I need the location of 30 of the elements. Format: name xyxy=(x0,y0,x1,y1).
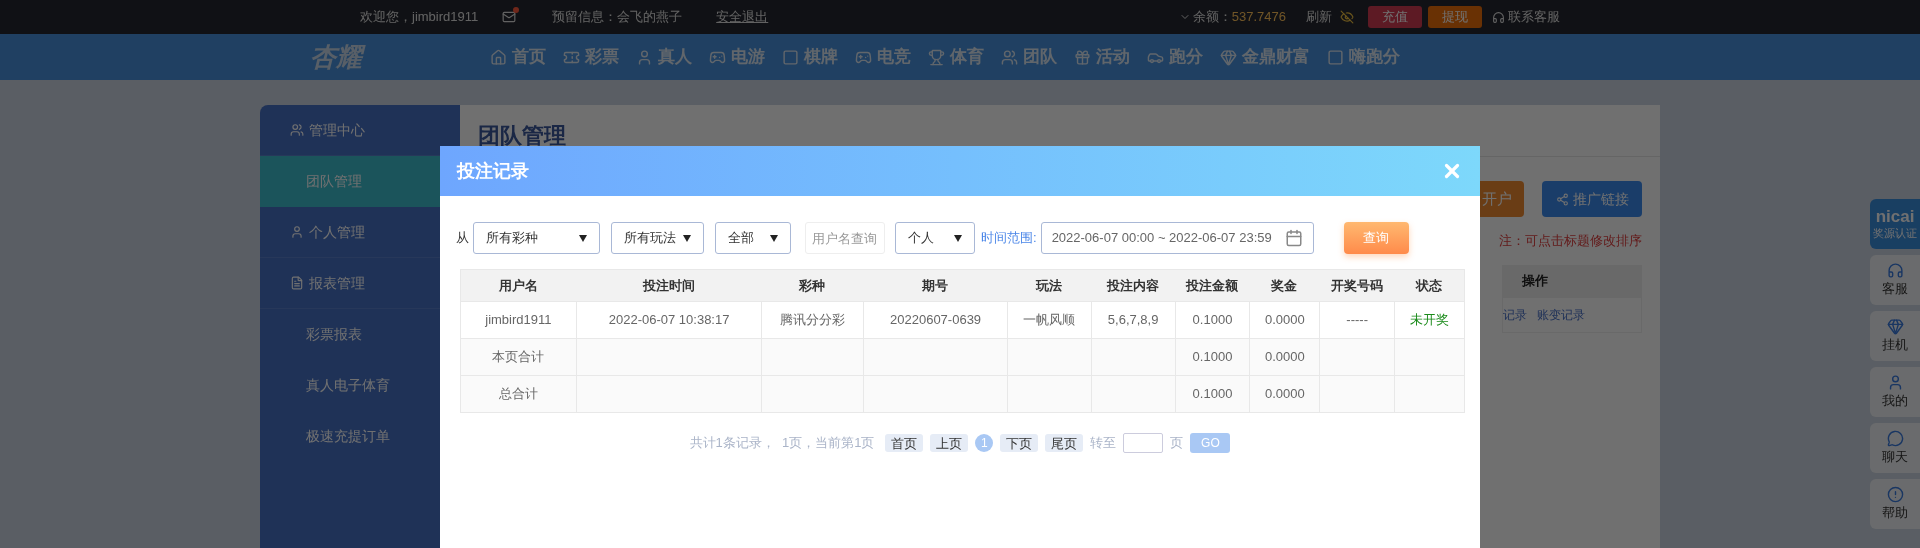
balance-value: 537.7476 xyxy=(1231,8,1286,27)
pagination-summary: 共计1条记录， 1页，当前第1页 xyxy=(689,434,875,453)
table-cell-text: 总合计 xyxy=(498,385,538,404)
table-cell-text: 一帆风顺 xyxy=(1023,311,1076,330)
page-unit: 页 xyxy=(1170,434,1184,453)
table-cell-text: 0.1000 xyxy=(1192,348,1233,367)
modal-title: 投注记录 xyxy=(457,159,529,183)
sort-note: 注：可点击标题修改排序 xyxy=(1499,232,1642,250)
table-cell-text: 2022-06-07 10:38:17 xyxy=(608,311,730,330)
table-cell-text: 0.0000 xyxy=(1264,348,1305,367)
table-cell-text: ----- xyxy=(1346,311,1368,330)
range-label: 时间范围: xyxy=(981,229,1037,248)
table-cell-text: 5,6,7,8,9 xyxy=(1107,311,1159,330)
badge-logo: nicai xyxy=(1875,208,1915,226)
table-cell-text: 20220607-0639 xyxy=(890,311,982,330)
page-title: 团队管理 xyxy=(478,122,566,150)
balance-label: 余额： xyxy=(1192,8,1232,27)
goto-label: 转至 xyxy=(1090,434,1117,453)
welcome-text: 欢迎您，jimbird1911 xyxy=(360,8,479,27)
table-cell-text: jimbird1911 xyxy=(485,311,552,330)
table-header: 操作 xyxy=(1502,264,1642,297)
table-cell-text: 0.1000 xyxy=(1192,311,1233,330)
badge-label: 奖源认证 xyxy=(1873,226,1917,240)
table-cell-text: 腾讯分分彩 xyxy=(780,311,846,330)
table-cell-text: 本页合计 xyxy=(492,348,545,367)
table-cell-text: 0.1000 xyxy=(1192,385,1233,404)
table-cell-text: 未开奖 xyxy=(1410,311,1450,330)
table-cell-text: 0.0000 xyxy=(1264,311,1305,330)
table-cell-text: 0.0000 xyxy=(1264,385,1305,404)
reserved-message: 预留信息：会飞的燕子 xyxy=(552,8,683,27)
